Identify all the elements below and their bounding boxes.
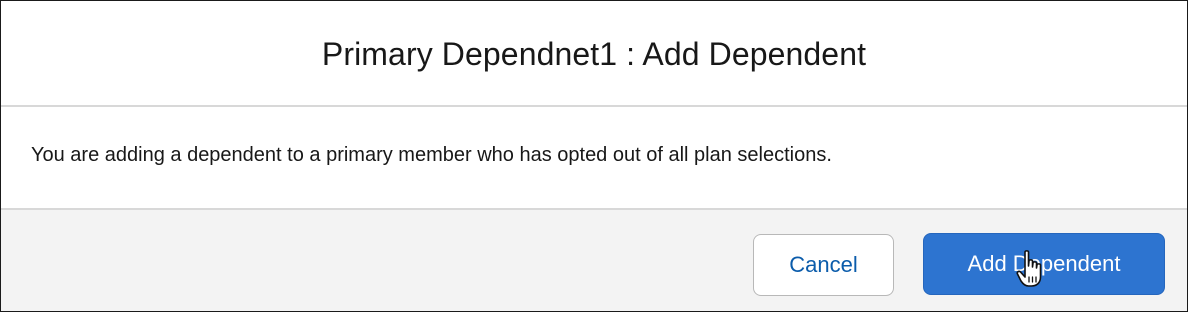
dialog-message: You are adding a dependent to a primary … <box>31 144 832 166</box>
cancel-button[interactable]: Cancel <box>753 234 894 296</box>
dialog-header: Primary Dependnet1 : Add Dependent <box>1 1 1187 107</box>
dialog-title: Primary Dependnet1 : Add Dependent <box>321 36 867 72</box>
add-dependent-button[interactable]: Add Dependent <box>923 233 1165 295</box>
dialog-body: You are adding a dependent to a primary … <box>1 107 1187 208</box>
dialog-footer: Cancel Add Dependent <box>1 208 1187 311</box>
add-dependent-dialog: Primary Dependnet1 : Add Dependent You a… <box>0 0 1188 312</box>
